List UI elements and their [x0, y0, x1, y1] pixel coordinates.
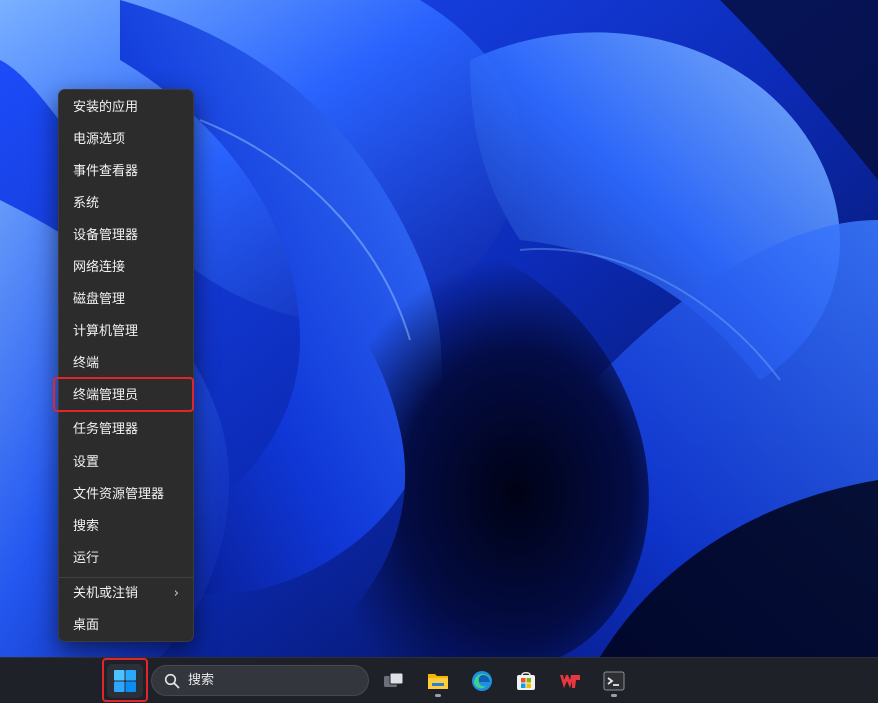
wps-icon	[560, 675, 580, 688]
menu-item-settings[interactable]: 设置	[63, 448, 189, 478]
menu-item-search[interactable]: 搜索	[63, 512, 189, 542]
menu-item-task-manager[interactable]: 任务管理器	[63, 415, 189, 445]
menu-divider	[59, 577, 193, 578]
menu-item-run[interactable]: 运行	[63, 544, 189, 574]
search-icon	[164, 673, 180, 689]
desktop: 安装的应用 电源选项 事件查看器 系统 设备管理器 网络连接 磁盘管理 计算机管…	[0, 0, 878, 657]
store-button[interactable]	[508, 664, 544, 698]
menu-item-label: 运行	[73, 551, 100, 566]
highlight-box-start-button	[102, 658, 148, 702]
running-indicator	[435, 694, 441, 697]
menu-item-device-manager[interactable]: 设备管理器	[63, 221, 189, 251]
terminal-button[interactable]	[596, 664, 632, 698]
search-placeholder: 搜索	[188, 673, 215, 688]
menu-item-label: 系统	[73, 196, 100, 211]
wps-button[interactable]	[552, 664, 588, 698]
menu-item-label: 搜索	[73, 519, 100, 534]
menu-item-label: 安装的应用	[73, 100, 139, 115]
menu-item-label: 设置	[73, 455, 100, 470]
menu-item-shutdown-signout[interactable]: 关机或注销 ›	[63, 579, 189, 609]
menu-item-network-connections[interactable]: 网络连接	[63, 253, 189, 283]
highlight-box-terminal-admin	[53, 377, 194, 412]
menu-item-disk-management[interactable]: 磁盘管理	[63, 285, 189, 315]
task-view-icon	[384, 672, 404, 687]
edge-button[interactable]	[464, 664, 500, 698]
menu-item-installed-apps[interactable]: 安装的应用	[63, 93, 189, 123]
menu-item-label: 磁盘管理	[73, 292, 126, 307]
terminal-icon	[603, 671, 625, 691]
menu-item-label: 电源选项	[73, 132, 126, 147]
menu-item-label: 设备管理器	[73, 228, 139, 243]
store-icon	[517, 671, 535, 690]
menu-item-label: 事件查看器	[73, 164, 139, 179]
menu-item-computer-management[interactable]: 计算机管理	[63, 317, 189, 347]
menu-item-desktop[interactable]: 桌面	[63, 611, 189, 641]
chevron-right-icon: ›	[173, 586, 179, 601]
task-view-button[interactable]	[376, 664, 412, 698]
menu-item-label: 文件资源管理器	[73, 487, 165, 502]
quick-link-menu: 安装的应用 电源选项 事件查看器 系统 设备管理器 网络连接 磁盘管理 计算机管…	[58, 89, 194, 642]
menu-item-terminal[interactable]: 终端	[63, 349, 189, 379]
menu-item-label: 桌面	[73, 618, 100, 633]
menu-item-file-explorer[interactable]: 文件资源管理器	[63, 480, 189, 510]
edge-icon	[472, 671, 492, 691]
file-explorer-button[interactable]	[420, 664, 456, 698]
menu-item-event-viewer[interactable]: 事件查看器	[63, 157, 189, 187]
taskbar: 搜索	[0, 657, 878, 703]
menu-item-label: 关机或注销	[73, 586, 139, 601]
menu-item-power-options[interactable]: 电源选项	[63, 125, 189, 155]
menu-item-label: 网络连接	[73, 260, 126, 275]
running-indicator	[611, 694, 617, 697]
menu-item-label: 计算机管理	[73, 324, 139, 339]
folder-icon	[428, 674, 448, 689]
menu-item-label: 终端	[73, 356, 100, 371]
menu-item-label: 任务管理器	[73, 422, 139, 437]
search-box[interactable]: 搜索	[151, 665, 369, 696]
menu-item-system[interactable]: 系统	[63, 189, 189, 219]
